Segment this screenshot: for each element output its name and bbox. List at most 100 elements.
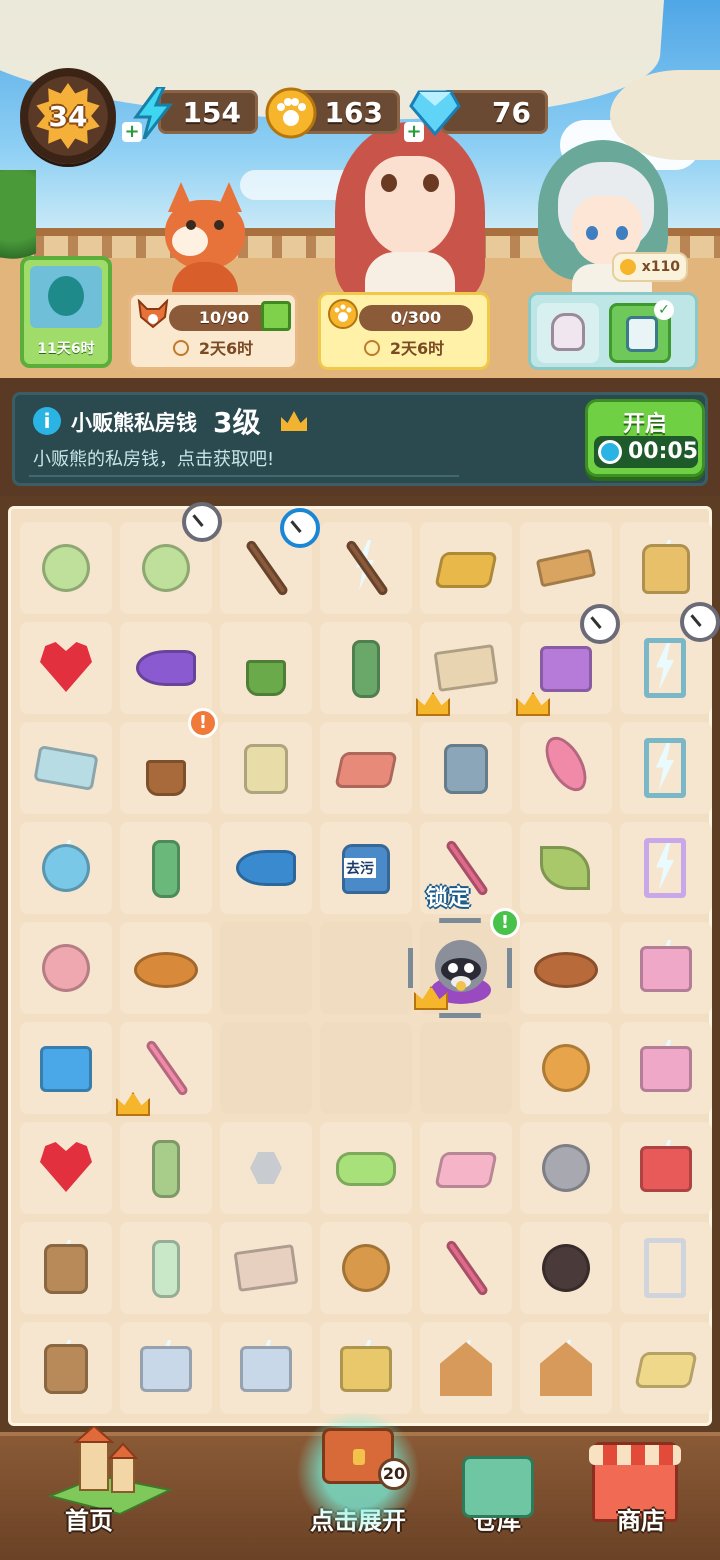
bottle-item[interactable] [330, 632, 402, 704]
fox-character[interactable] [150, 182, 260, 302]
character-event-tab[interactable]: 11天6时 [20, 256, 112, 368]
vase-item[interactable] [30, 532, 102, 604]
bracelet-item[interactable] [530, 1232, 602, 1304]
board-cell[interactable] [116, 1022, 212, 1116]
sprout-item[interactable] [130, 732, 202, 804]
board-cell[interactable] [620, 922, 712, 1014]
nav-home[interactable]: 首页 [14, 1426, 174, 1560]
paper-item[interactable] [630, 1332, 702, 1404]
girl-character[interactable] [335, 122, 485, 302]
board-cell[interactable] [120, 1222, 212, 1314]
board-cell[interactable] [120, 622, 212, 714]
gem-heart-item[interactable] [30, 632, 102, 704]
board-cell[interactable] [520, 1022, 612, 1114]
spray-item[interactable] [130, 832, 202, 904]
tools-tab[interactable]: ✓ [528, 292, 698, 370]
house-item[interactable] [430, 1332, 502, 1404]
alert-icon[interactable]: ! [490, 908, 520, 938]
diamond-icon[interactable]: + [404, 84, 464, 142]
board-cell[interactable] [420, 1222, 512, 1314]
dustpan-item[interactable] [430, 1232, 502, 1304]
board-cell[interactable] [520, 922, 612, 1014]
board-cell[interactable] [320, 1222, 412, 1314]
stand-item[interactable] [630, 832, 702, 904]
detergent-item[interactable]: 去污 [330, 832, 402, 904]
board-cell[interactable] [20, 1022, 112, 1114]
board-cell[interactable] [320, 522, 412, 614]
board-cell[interactable] [20, 1222, 112, 1314]
board-cell[interactable] [120, 1322, 212, 1414]
board-cell[interactable] [120, 822, 212, 914]
cloth-item[interactable] [330, 732, 402, 804]
add-energy-icon[interactable]: + [122, 122, 142, 142]
alert-icon[interactable]: ! [188, 708, 218, 738]
board-cell-empty[interactable] [320, 1022, 412, 1114]
board-cell[interactable] [20, 1122, 112, 1214]
nav-shop[interactable]: 商店 [566, 1436, 716, 1560]
board-cell[interactable] [20, 622, 112, 714]
cookies-item[interactable] [530, 1032, 602, 1104]
skewer-item[interactable] [530, 832, 602, 904]
vase-item[interactable] [130, 1132, 202, 1204]
chest-item[interactable] [530, 632, 602, 704]
energy-icon[interactable]: + [122, 84, 182, 142]
jar-item[interactable] [130, 1232, 202, 1304]
board-cell[interactable] [120, 1122, 212, 1214]
screwdriver-item[interactable] [130, 1032, 202, 1104]
board-cell[interactable] [20, 822, 112, 914]
stand-item[interactable] [630, 732, 702, 804]
board-cell[interactable] [320, 722, 412, 814]
board-cell[interactable] [420, 522, 512, 614]
board-cell[interactable] [620, 722, 712, 814]
grill-item[interactable] [130, 1332, 202, 1404]
hanger-item[interactable] [630, 1232, 702, 1304]
nut-item[interactable] [230, 1132, 302, 1204]
board-cell[interactable] [20, 922, 112, 1014]
board-cell-empty[interactable] [420, 1022, 512, 1114]
board-cell[interactable] [416, 622, 512, 716]
board-cell[interactable] [620, 1122, 712, 1214]
info-icon[interactable]: i [33, 407, 61, 435]
board-cell[interactable] [320, 622, 412, 714]
house-item[interactable] [530, 1332, 602, 1404]
duster-item[interactable] [530, 730, 602, 804]
board-cell[interactable] [520, 522, 612, 614]
soap-ball-item[interactable] [30, 832, 102, 904]
board-cell[interactable] [20, 722, 112, 814]
board-cell[interactable] [220, 722, 312, 814]
board-cell[interactable] [620, 1022, 712, 1114]
board-cell[interactable] [320, 1322, 412, 1414]
board-cell[interactable] [220, 1222, 312, 1314]
wood-plank-item[interactable] [530, 532, 602, 604]
board-cell[interactable] [520, 1222, 612, 1314]
tool-slot-cleaner[interactable]: ✓ [609, 300, 674, 363]
towel-item[interactable] [430, 532, 502, 604]
board-cell[interactable] [220, 1322, 312, 1414]
vase-item[interactable] [130, 532, 202, 604]
kebab-plate-item[interactable] [130, 932, 202, 1004]
player-level-badge[interactable]: 34 [20, 68, 116, 164]
board-cell[interactable] [620, 1322, 712, 1414]
board-cell[interactable] [120, 922, 212, 1014]
board-cell[interactable] [420, 722, 512, 814]
board-cell-empty[interactable] [320, 922, 412, 1014]
rope-item[interactable] [330, 1232, 402, 1304]
board-cell[interactable] [620, 822, 712, 914]
board-cell[interactable] [220, 622, 312, 714]
board-cell[interactable] [620, 522, 712, 614]
bin-item[interactable] [430, 732, 502, 804]
board-cell[interactable] [420, 1322, 512, 1414]
vending-item[interactable] [630, 932, 702, 1004]
soap-item[interactable] [330, 1132, 402, 1204]
board-cell[interactable] [20, 522, 112, 614]
bucket-item[interactable] [30, 1232, 102, 1304]
board-cell[interactable] [520, 722, 612, 814]
potted-plant-item[interactable] [230, 632, 302, 704]
board-cell[interactable] [520, 1322, 612, 1414]
grill-item[interactable] [230, 1332, 302, 1404]
tickets-item[interactable] [230, 1232, 302, 1304]
compact-item[interactable] [30, 932, 102, 1004]
stand-item[interactable] [630, 632, 702, 704]
tool-slot-glove[interactable] [537, 303, 599, 363]
book-item[interactable] [430, 632, 502, 704]
